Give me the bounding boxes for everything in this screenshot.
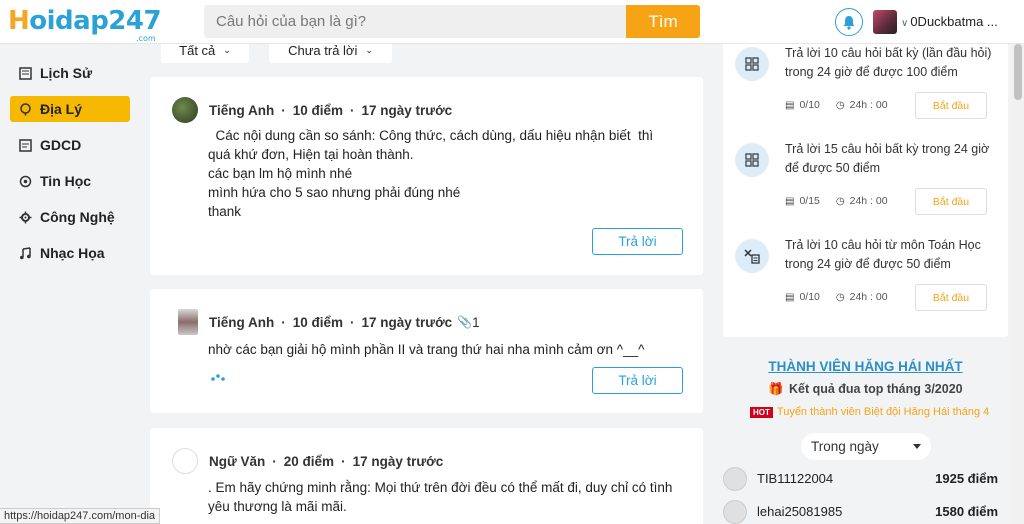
math-icon	[735, 239, 769, 273]
chevron-down-icon: ⌄	[365, 45, 373, 55]
chevron-down-icon: ⌄	[223, 45, 231, 55]
start-task-button[interactable]: Bắt đầu	[915, 188, 987, 215]
page-scrollbar[interactable]	[1012, 44, 1024, 524]
document-icon: ▤	[785, 195, 795, 207]
avatar[interactable]	[178, 309, 198, 335]
search-bar: Tìm	[204, 5, 700, 38]
book-icon	[18, 138, 32, 152]
sidebar-item-dia-ly[interactable]: Địa Lý	[10, 96, 130, 122]
computer-icon	[18, 174, 32, 188]
leaderboard-title[interactable]: THÀNH VIÊN HĂNG HÁI NHẤT	[723, 359, 1008, 374]
sidebar-item-gdcd[interactable]: GDCD	[10, 132, 130, 158]
task-meta: ▤ 0/10 ◷ 24h : 00	[785, 291, 888, 303]
question-header: Ngữ Văn · 20 điểm · 17 ngày trước	[172, 448, 443, 474]
task-grid-icon	[735, 47, 769, 81]
question-time: 17 ngày trước	[352, 453, 444, 469]
user-avatar[interactable]	[873, 10, 897, 34]
caret-down-icon	[913, 444, 921, 449]
clock-icon: ◷	[835, 99, 845, 111]
leaderboard-row[interactable]: TIB11122004 1925 điểm	[723, 467, 1008, 491]
member-name[interactable]: lehai25081985	[757, 504, 842, 519]
top-header: Hoidap247.com Tìm ∨0Duckbatma ...	[0, 0, 1024, 44]
reply-button[interactable]: Trả lời	[592, 228, 683, 255]
music-icon	[18, 246, 32, 260]
question-card[interactable]: Ngữ Văn · 20 điểm · 17 ngày trước . Em h…	[150, 428, 703, 524]
recruit-link[interactable]: HOT Tuyển thành viên Biệt đội Hăng Hái th…	[750, 406, 989, 418]
question-points: 10 điểm	[292, 314, 344, 330]
paperclip-icon: 📎	[457, 315, 473, 329]
sidebar-item-lich-su[interactable]: Lịch Sử	[10, 60, 130, 86]
globe-icon	[18, 102, 32, 116]
question-subject[interactable]: Tiếng Anh	[209, 315, 274, 330]
document-icon: ▤	[785, 291, 795, 303]
sidebar-item-cong-nghe[interactable]: Công Nghệ	[10, 204, 130, 230]
chevron-down-icon: ∨	[901, 18, 909, 29]
task-meta: ▤ 0/15 ◷ 24h : 00	[785, 195, 888, 207]
member-points: 1580 điểm	[935, 504, 998, 519]
question-points: 10 điểm	[292, 102, 344, 118]
task-description: Trả lời 10 câu hỏi từ môn Toán Học trong…	[785, 238, 981, 271]
search-input[interactable]	[204, 5, 626, 38]
leaderboard-subtitle: 🎁 Kết quả đua top tháng 3/2020	[768, 382, 963, 396]
clock-icon: ◷	[835, 195, 845, 207]
avatar[interactable]	[723, 467, 747, 491]
question-header: Tiếng Anh · 10 điểm · 17 ngày trước 📎 1	[172, 309, 480, 335]
avatar[interactable]	[172, 97, 198, 123]
question-time: 17 ngày trước	[361, 102, 453, 118]
question-subject[interactable]: Tiếng Anh	[209, 103, 274, 118]
question-time: 17 ngày trước	[361, 314, 453, 330]
period-select[interactable]: Trong ngày	[801, 433, 931, 460]
subject-sidebar: Lịch Sử Địa Lý GDCD Tin Học Công Nghệ Nh…	[10, 60, 130, 276]
loading-icon	[210, 372, 226, 384]
search-button[interactable]: Tìm	[626, 5, 700, 38]
question-body[interactable]: nhờ các bạn giải hộ mình phần II và tran…	[208, 340, 678, 359]
question-body[interactable]: Các nội dung cần so sánh: Công thức, các…	[208, 126, 678, 221]
user-menu[interactable]: ∨ 0Duckbatma ...	[901, 14, 1013, 29]
gear-icon	[18, 210, 32, 224]
hot-badge: HOT	[750, 406, 773, 418]
gift-icon: 🎁	[768, 382, 784, 396]
sidebar-item-tin-hoc[interactable]: Tin Học	[10, 168, 130, 194]
question-card[interactable]: Tiếng Anh · 10 điểm · 17 ngày trước Các …	[150, 77, 703, 275]
document-icon: ▤	[785, 99, 795, 111]
site-logo[interactable]: Hoidap247 .com	[8, 6, 162, 43]
browser-status-bar: https://hoidap247.com/mon-dia	[0, 508, 161, 524]
reply-button[interactable]: Trả lời	[592, 367, 683, 394]
member-name[interactable]: TIB11122004	[757, 471, 833, 486]
scrollbar-thumb[interactable]	[1014, 44, 1022, 100]
sidebar-item-nhac-hoa[interactable]: Nhạc Họa	[10, 240, 130, 266]
daily-tasks-panel: Trả lời 10 câu hỏi bất kỳ (lần đầu hỏi) …	[723, 32, 1008, 337]
task-meta: ▤ 0/10 ◷ 24h : 00	[785, 99, 888, 111]
history-icon	[18, 66, 32, 80]
question-header: Tiếng Anh · 10 điểm · 17 ngày trước	[172, 97, 452, 123]
bell-icon[interactable]	[835, 8, 863, 36]
clock-icon: ◷	[835, 291, 845, 303]
question-body[interactable]: . Em hãy chứng minh rằng: Mọi thứ trên đ…	[208, 478, 678, 516]
leaderboard-row[interactable]: lehai25081985 1580 điểm	[723, 500, 1008, 524]
attachment-count: 1	[472, 314, 480, 330]
question-points: 20 điểm	[283, 453, 335, 469]
question-card[interactable]: Tiếng Anh · 10 điểm · 17 ngày trước 📎 1 n…	[150, 289, 703, 413]
member-points: 1925 điểm	[935, 471, 998, 486]
start-task-button[interactable]: Bắt đầu	[915, 92, 987, 119]
task-description: Trả lời 10 câu hỏi bất kỳ (lần đầu hỏi) …	[785, 46, 992, 79]
question-subject[interactable]: Ngữ Văn	[209, 454, 265, 469]
start-task-button[interactable]: Bắt đầu	[915, 284, 987, 311]
task-grid-icon	[735, 143, 769, 177]
avatar[interactable]	[172, 448, 198, 474]
avatar[interactable]	[723, 500, 747, 524]
task-description: Trả lời 15 câu hỏi bất kỳ trong 24 giờ đ…	[785, 142, 990, 175]
